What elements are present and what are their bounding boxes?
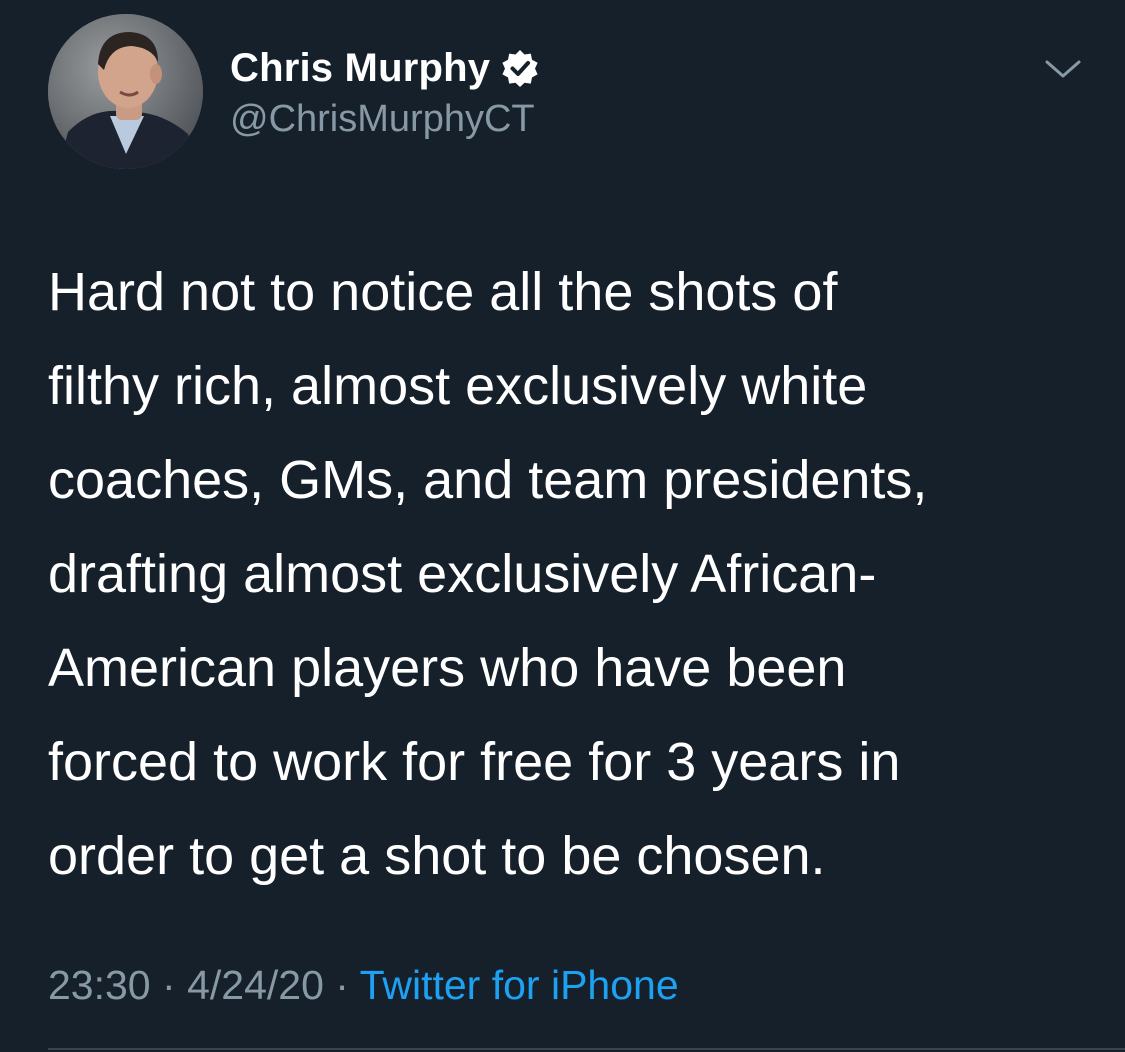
author-display-name[interactable]: Chris Murphy	[230, 46, 490, 91]
tweet-source-link[interactable]: Twitter for iPhone	[360, 962, 679, 1008]
author-name-row[interactable]: Chris Murphy	[230, 40, 540, 96]
tweet-text-line: filthy rich, almost exclusively white	[48, 356, 868, 416]
tweet-card: Chris Murphy @ChrisMurphyCT Hard not to …	[0, 0, 1125, 1052]
meta-separator: ·	[162, 962, 176, 1008]
verified-badge-icon	[500, 48, 540, 88]
tweet-text-line: drafting almost exclusively African-	[48, 544, 877, 604]
tweet-text-line: American players who have been	[48, 638, 847, 698]
tweet-time[interactable]: 23:30	[48, 962, 151, 1008]
tweet-text-line: Hard not to notice all the shots of	[48, 262, 838, 322]
author-handle[interactable]: @ChrisMurphyCT	[230, 98, 535, 141]
tweet-text-line: forced to work for free for 3 years in	[48, 732, 901, 792]
tweet-text: Hard not to notice all the shots of filt…	[48, 245, 1088, 903]
tweet-menu-button[interactable]	[1040, 50, 1086, 86]
tweet-meta: 23:30 · 4/24/20 · Twitter for iPhone	[48, 962, 679, 1009]
profile-photo-icon	[48, 14, 203, 169]
chevron-down-icon	[1045, 60, 1081, 78]
divider	[48, 1048, 1125, 1050]
tweet-text-line: coaches, GMs, and team presidents,	[48, 450, 928, 510]
tweet-date[interactable]: 4/24/20	[187, 962, 324, 1008]
avatar[interactable]	[48, 14, 203, 169]
tweet-text-line: order to get a shot to be chosen.	[48, 826, 826, 886]
meta-separator: ·	[335, 962, 349, 1008]
